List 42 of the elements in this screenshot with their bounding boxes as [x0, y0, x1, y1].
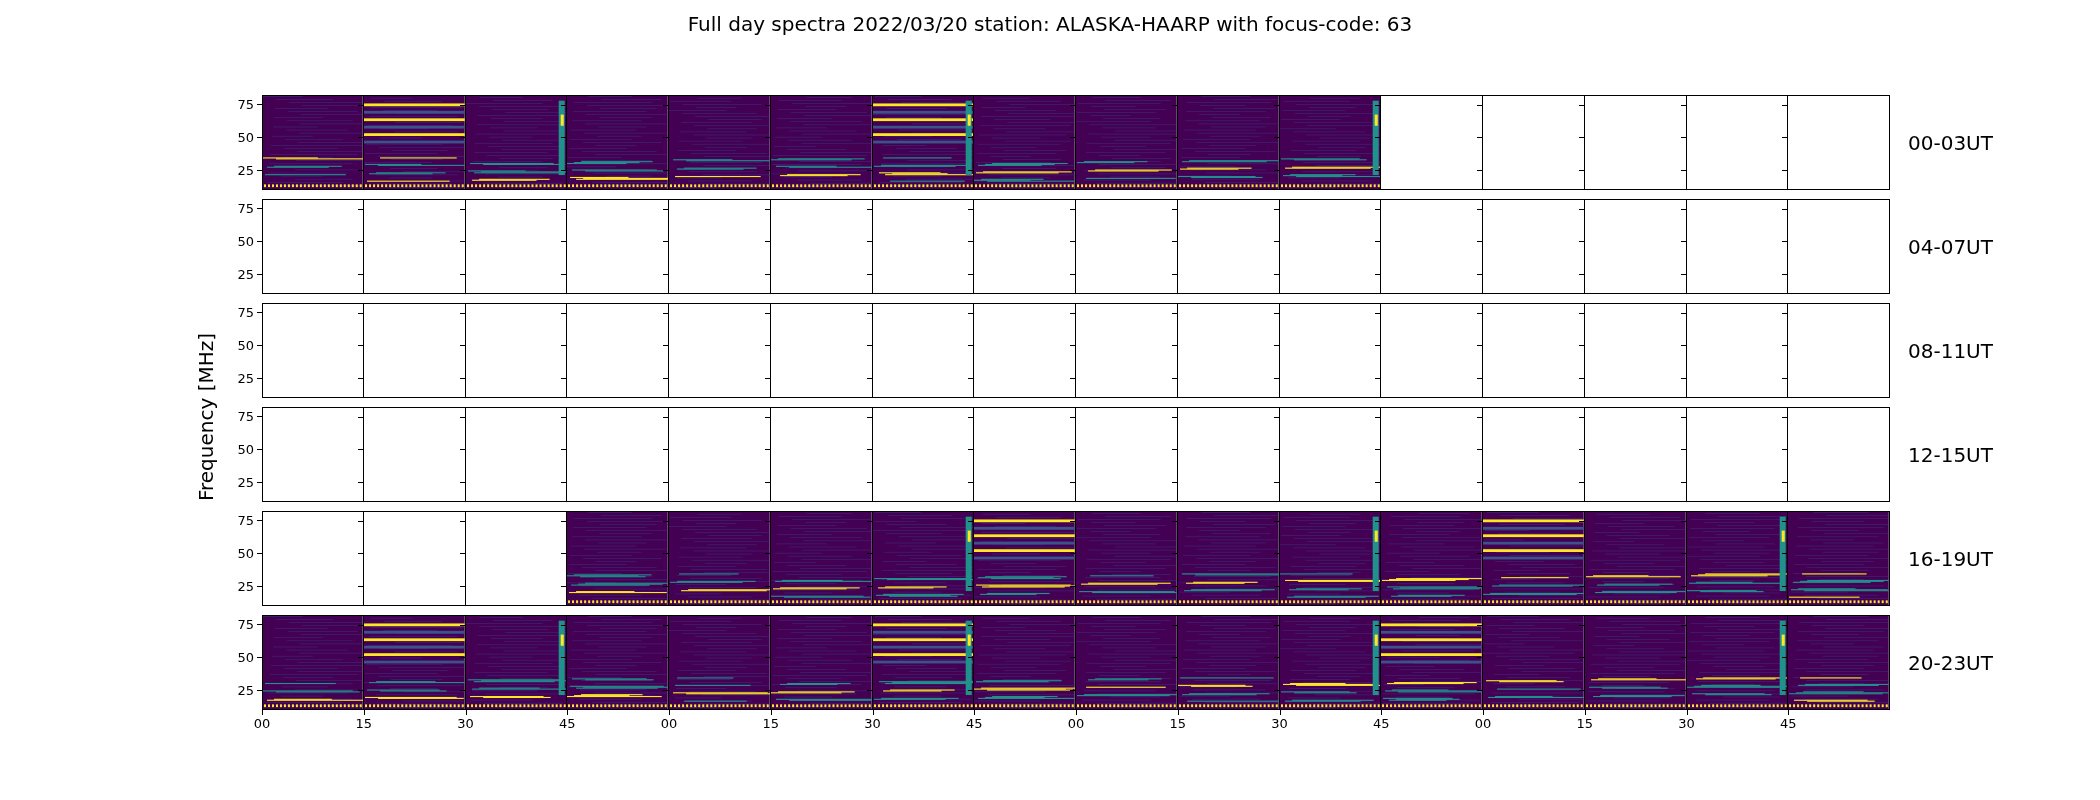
tick-label: 75 [237, 305, 254, 319]
row-label: 20-23UT [1908, 650, 1993, 675]
tick-label: 15 [762, 716, 779, 731]
tick-label: 45 [966, 716, 983, 731]
axis-label: Frequency [MHz] [193, 332, 218, 501]
tick-label: 00 [253, 716, 271, 731]
row-label: 12-15UT [1908, 442, 1993, 467]
tick-label: 25 [237, 371, 254, 385]
tick-label: 00 [660, 716, 678, 731]
tick-label: 45 [1780, 716, 1797, 731]
tick-label: 50 [237, 130, 254, 144]
tick-label: 75 [237, 617, 254, 631]
row-label: 04-07UT [1908, 234, 1993, 259]
tick-label: 25 [237, 579, 254, 593]
tick-label: 00 [1474, 716, 1492, 731]
tick-label: 30 [864, 716, 881, 731]
tick-label: 50 [237, 442, 254, 456]
tick-label: 75 [237, 201, 254, 215]
tick-label: 75 [237, 513, 254, 527]
tick-label: 30 [457, 716, 474, 731]
tick-label: 25 [237, 683, 254, 697]
row-label: 16-19UT [1908, 546, 1993, 571]
tick-label: 15 [1169, 716, 1186, 731]
tick-label: 15 [1576, 716, 1593, 731]
tick-label: 25 [237, 267, 254, 281]
tick-label: 75 [237, 409, 254, 423]
tick-label: 30 [1678, 716, 1695, 731]
tick-label: 50 [237, 546, 254, 560]
tick-label: 75 [237, 97, 254, 111]
tick-label: 50 [237, 338, 254, 352]
row-label: 00-03UT [1908, 130, 1993, 155]
tick-label: 15 [355, 716, 372, 731]
tick-label: 30 [1271, 716, 1288, 731]
tick-label: 00 [1067, 716, 1085, 731]
tick-label: 25 [237, 475, 254, 489]
tick-label: 50 [237, 234, 254, 248]
tick-label: 45 [559, 716, 576, 731]
tick-label: 50 [237, 650, 254, 664]
tick-label: 45 [1373, 716, 1390, 731]
tick-label: 25 [237, 163, 254, 177]
row-label: 08-11UT [1908, 338, 1993, 363]
figure-title: Full day spectra 2022/03/20 station: ALASKA-HAARP with focus-code: 63 [687, 12, 1413, 36]
